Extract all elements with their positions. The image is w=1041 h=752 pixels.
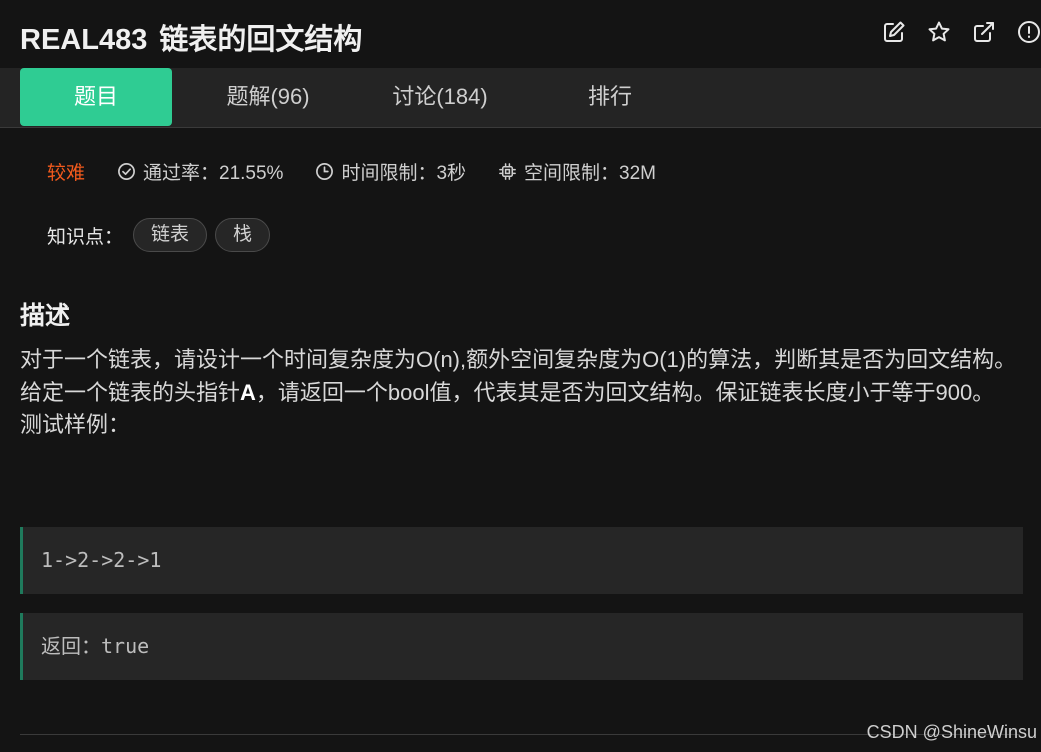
tab-solutions[interactable]: 题解(96) [190, 68, 346, 126]
clock-icon [316, 163, 334, 180]
problem-header: REAL483 链表的回文结构 [0, 0, 1041, 68]
description-line: 给定一个链表的头指针A，请返回一个bool值，代表其是否为回文结构。保证链表长度… [20, 379, 995, 405]
example-input: 1->2->2->1 [20, 527, 1023, 594]
tag-stack[interactable]: 栈 [215, 218, 271, 252]
problem-meta: 较难 通过率：21.55% 时间限制：3秒 空间限制：32M [47, 158, 688, 185]
description-heading: 描述 [20, 302, 71, 330]
check-circle-icon [118, 163, 135, 180]
difficulty-badge: 较难 [47, 163, 86, 184]
description-line: 测试样例： [20, 412, 131, 437]
header-actions [882, 20, 1041, 44]
tag-linked-list[interactable]: 链表 [133, 218, 208, 252]
problem-tabs: 题目 题解(96) 讨论(184) 排行 [0, 68, 1041, 128]
external-link-icon[interactable] [972, 20, 996, 44]
problem-description: 对于一个链表，请设计一个时间复杂度为O(n),额外空间复杂度为O(1)的算法，判… [20, 344, 1025, 442]
page-title: REAL483 链表的回文结构 [20, 16, 362, 58]
time-limit: 时间限制：3秒 [315, 158, 466, 185]
tab-ranking[interactable]: 排行 [534, 68, 686, 126]
problem-id: REAL483 [20, 24, 148, 56]
tags-label: 知识点： [47, 226, 124, 248]
problem-title: 链表的回文结构 [159, 24, 363, 56]
chip-icon [499, 163, 516, 180]
description-line: 对于一个链表，请设计一个时间复杂度为O(n),额外空间复杂度为O(1)的算法，判… [20, 347, 1017, 372]
time-limit-text: 时间限制：3秒 [341, 163, 467, 184]
memory-limit-text: 空间限制：32M [524, 163, 657, 184]
tab-problem[interactable]: 题目 [20, 68, 172, 126]
pass-rate-text: 通过率：21.55% [143, 163, 284, 184]
memory-limit: 空间限制：32M [498, 158, 656, 185]
report-icon[interactable] [1017, 20, 1041, 44]
edit-icon[interactable] [882, 20, 906, 44]
knowledge-tags: 知识点： 链表 栈 [47, 218, 278, 252]
pass-rate: 通过率：21.55% [117, 158, 283, 185]
star-icon[interactable] [927, 20, 951, 44]
head-pointer-name: A [240, 379, 256, 405]
tab-discussion[interactable]: 讨论(184) [362, 68, 518, 126]
example-output: 返回：true [20, 613, 1023, 680]
watermark: CSDN @ShineWinsu [866, 722, 1037, 742]
